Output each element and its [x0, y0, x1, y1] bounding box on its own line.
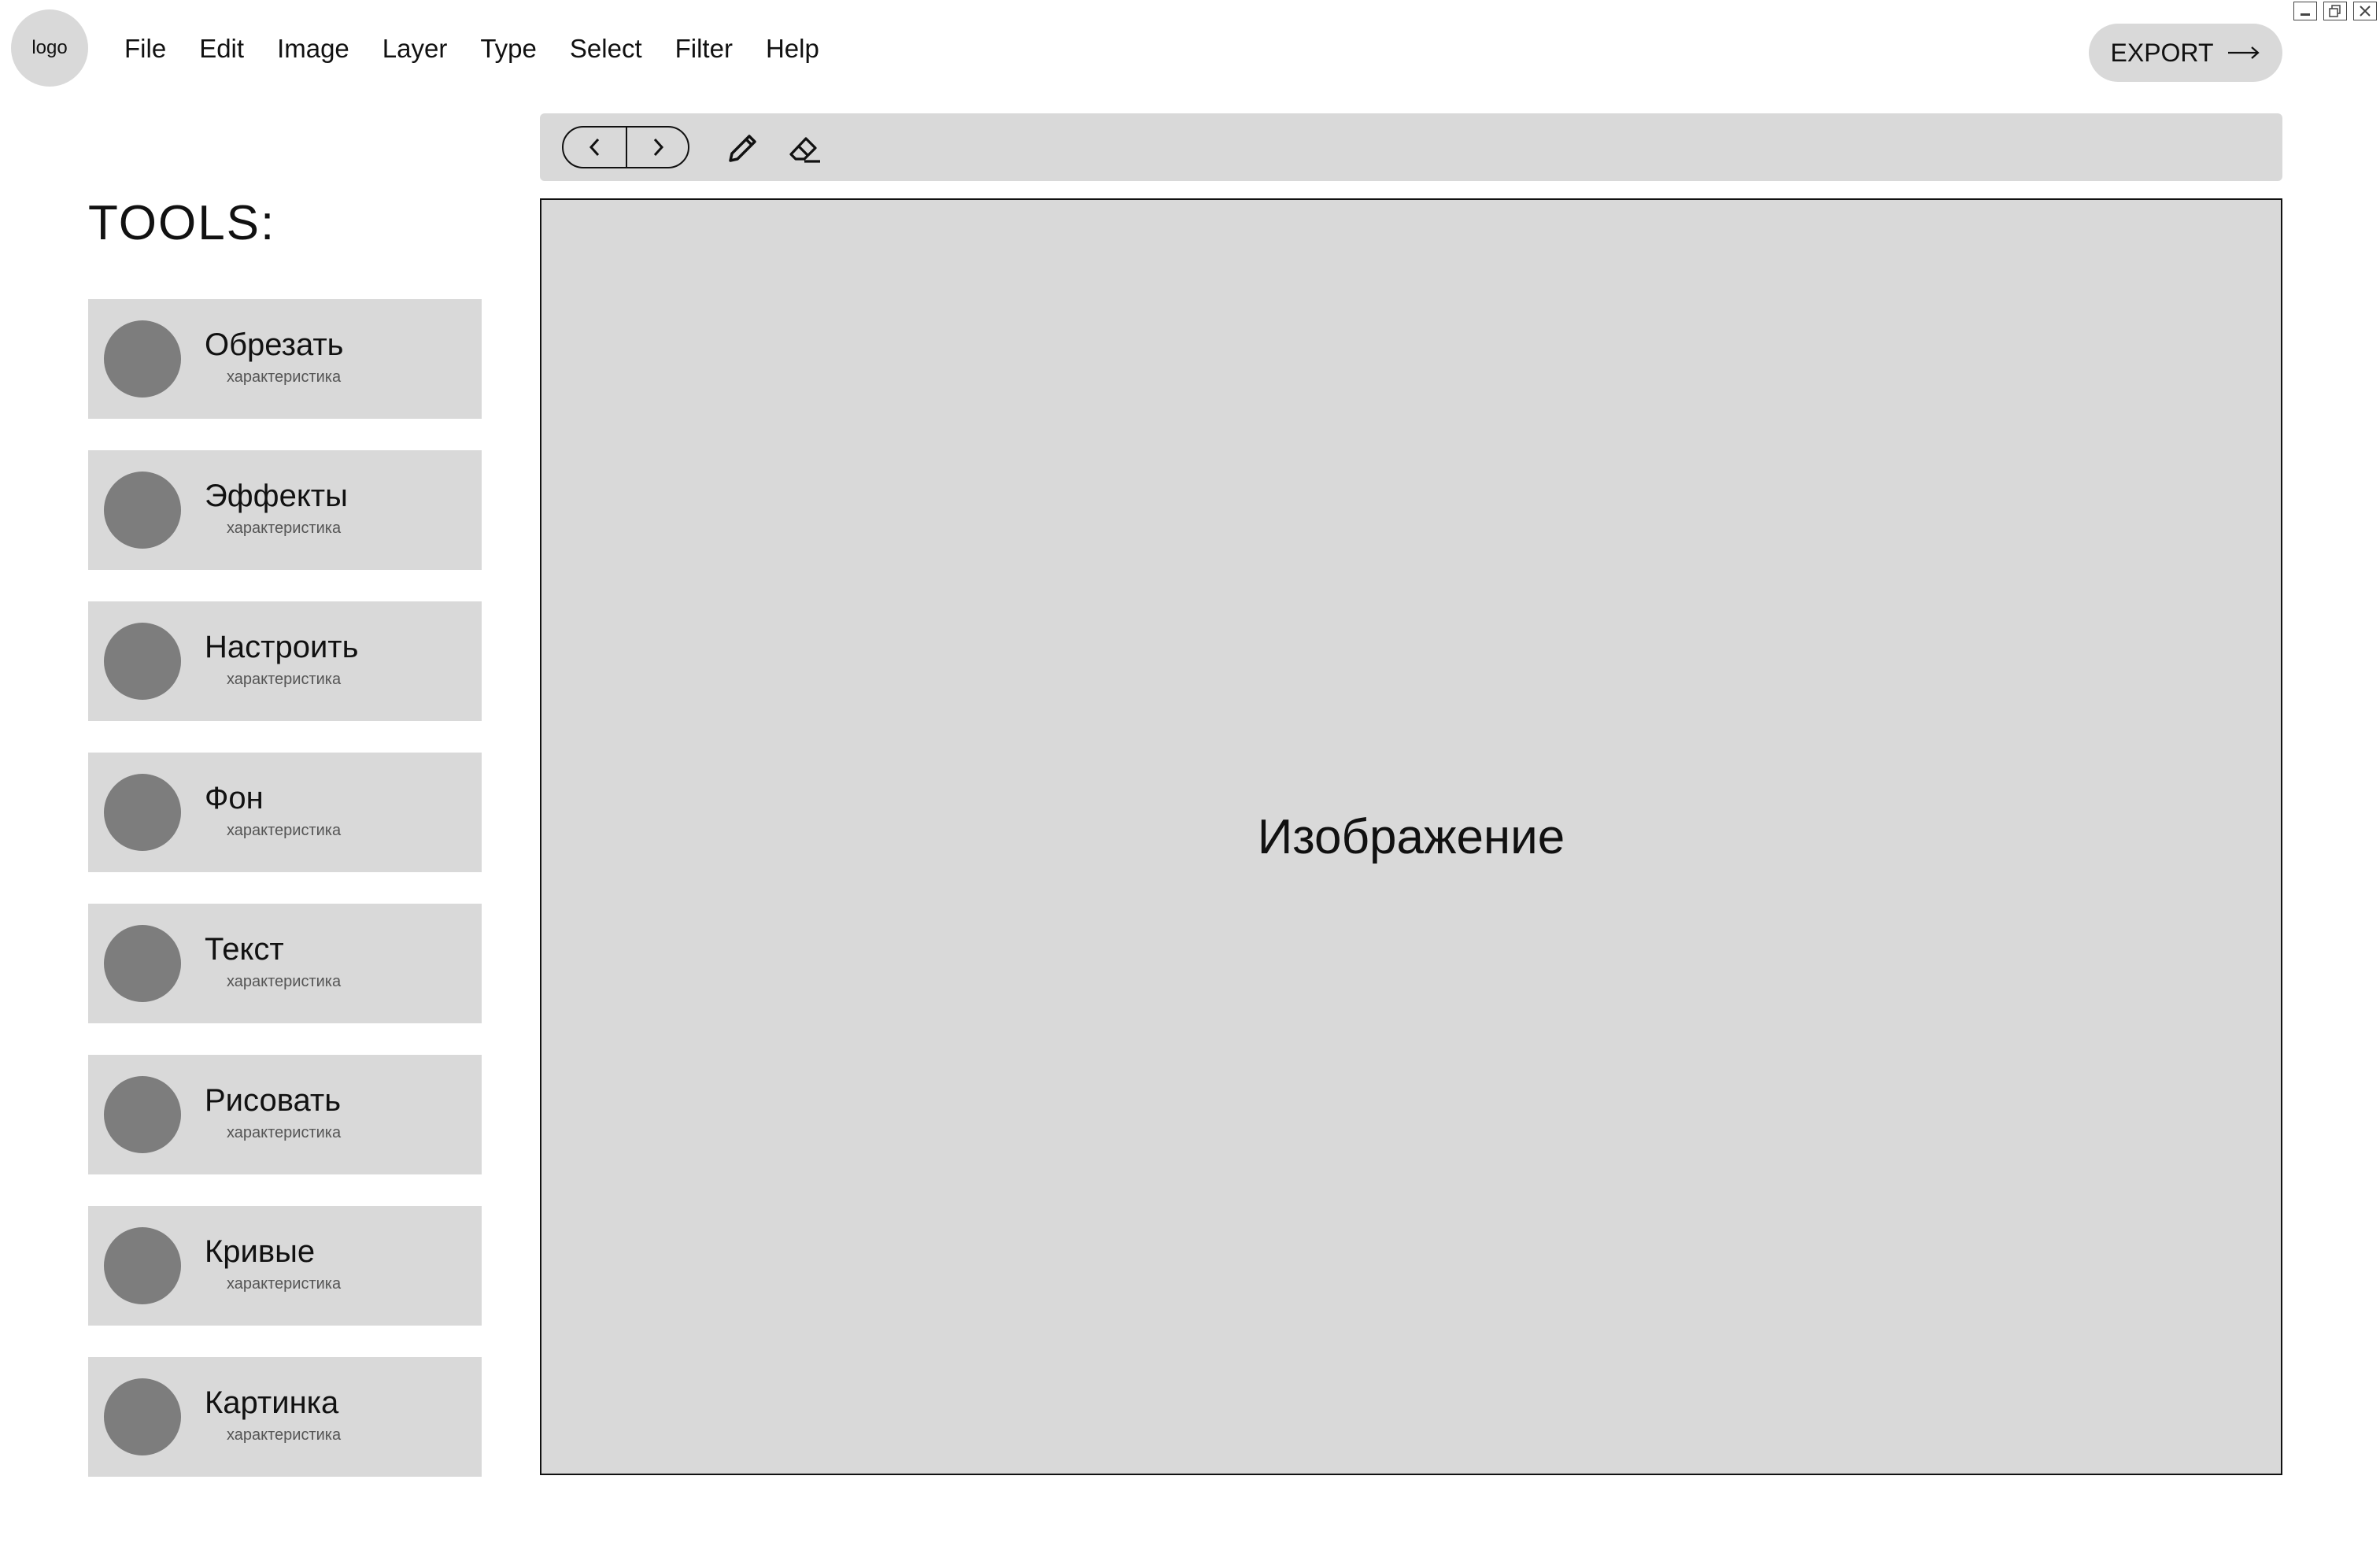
minimize-icon[interactable] — [2293, 2, 2317, 20]
history-nav — [562, 126, 689, 168]
tool-icon-placeholder — [104, 472, 181, 549]
tool-curves[interactable]: Кривые характеристика — [88, 1206, 482, 1326]
logo[interactable]: logo — [11, 9, 88, 87]
tool-label: Эффекты — [205, 479, 348, 513]
tool-sublabel: характеристика — [227, 520, 342, 537]
forward-icon — [653, 138, 663, 157]
tool-label: Рисовать — [205, 1083, 342, 1118]
menu-bar: File Edit Image Layer Type Select Filter… — [124, 28, 852, 69]
tool-icon-placeholder — [104, 925, 181, 1002]
tool-icon-placeholder — [104, 1378, 181, 1455]
tool-list: Обрезать характеристика Эффекты характер… — [88, 299, 482, 1508]
back-icon — [589, 138, 599, 157]
forward-button[interactable] — [626, 128, 688, 167]
tool-label: Обрезать — [205, 327, 344, 362]
menu-type[interactable]: Type — [480, 28, 537, 69]
menu-image[interactable]: Image — [277, 28, 349, 69]
menu-select[interactable]: Select — [570, 28, 642, 69]
tool-label: Текст — [205, 932, 284, 967]
menu-filter[interactable]: Filter — [675, 28, 733, 69]
pencil-icon[interactable] — [724, 129, 762, 167]
tool-label: Картинка — [205, 1385, 339, 1420]
toolbar — [540, 113, 2282, 181]
maximize-icon[interactable] — [2323, 2, 2347, 20]
tool-sublabel: характеристика — [227, 973, 342, 990]
menu-layer[interactable]: Layer — [382, 28, 448, 69]
tool-icon-placeholder — [104, 623, 181, 700]
tool-sublabel: характеристика — [227, 822, 342, 839]
tool-sublabel: характеристика — [227, 368, 342, 386]
window-controls — [2293, 2, 2377, 20]
export-button[interactable]: EXPORT — [2089, 24, 2282, 82]
tool-label: Кривые — [205, 1234, 316, 1269]
tool-sublabel: характеристика — [227, 1426, 342, 1444]
eraser-icon[interactable] — [785, 129, 823, 167]
tool-picture[interactable]: Картинка характеристика — [88, 1357, 482, 1477]
menu-file[interactable]: File — [124, 28, 166, 69]
export-label: EXPORT — [2110, 38, 2214, 67]
tool-sublabel: характеристика — [227, 1124, 342, 1141]
tool-icon-placeholder — [104, 320, 181, 398]
app-window: logo File Edit Image Layer Type Select F… — [0, 0, 2380, 1546]
arrow-right-icon — [2227, 46, 2260, 59]
close-icon[interactable] — [2353, 2, 2377, 20]
back-button[interactable] — [564, 128, 626, 167]
tool-label: Настроить — [205, 630, 359, 664]
tool-effects[interactable]: Эффекты характеристика — [88, 450, 482, 570]
tool-adjust[interactable]: Настроить характеристика — [88, 601, 482, 721]
tool-draw[interactable]: Рисовать характеристика — [88, 1055, 482, 1174]
tool-crop[interactable]: Обрезать характеристика — [88, 299, 482, 419]
tools-title: TOOLS: — [88, 196, 276, 250]
tool-sublabel: характеристика — [227, 1275, 342, 1293]
tool-sublabel: характеристика — [227, 671, 342, 688]
menu-help[interactable]: Help — [766, 28, 819, 69]
menu-edit[interactable]: Edit — [199, 28, 244, 69]
canvas-placeholder-label: Изображение — [1257, 809, 1565, 864]
image-canvas[interactable]: Изображение — [540, 198, 2282, 1475]
tool-icon-placeholder — [104, 774, 181, 851]
tool-label: Фон — [205, 781, 264, 816]
tool-background[interactable]: Фон характеристика — [88, 753, 482, 872]
tool-text[interactable]: Текст характеристика — [88, 904, 482, 1023]
tool-icon-placeholder — [104, 1076, 181, 1153]
tool-icon-placeholder — [104, 1227, 181, 1304]
